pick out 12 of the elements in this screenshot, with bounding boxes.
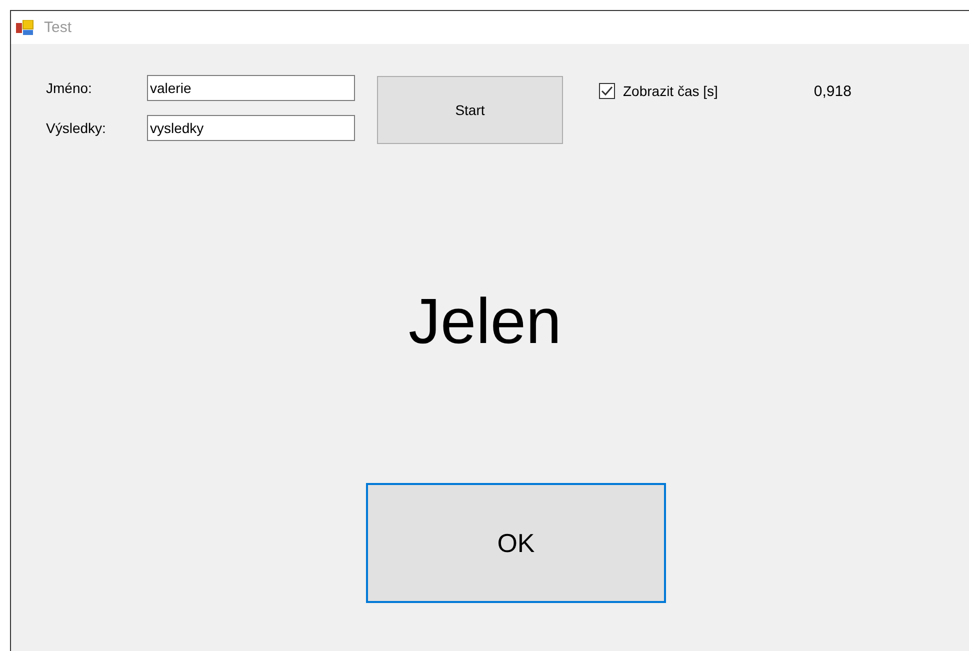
field-label: Jméno: (46, 80, 93, 96)
ok-button[interactable]: OK (366, 483, 666, 603)
start-button[interactable]: Start (377, 76, 563, 144)
field-label: Výsledky: (46, 120, 107, 136)
show-time-checkbox[interactable]: Zobrazit čas [s] (599, 83, 718, 99)
check-icon (601, 86, 613, 96)
app-icon (16, 20, 34, 36)
window-title: Test (44, 19, 72, 36)
word-display: Jelen (408, 284, 562, 358)
input-field[interactable]: valerie (147, 75, 355, 101)
time-value: 0,918 (814, 83, 852, 100)
input-field[interactable]: vysledky (147, 115, 355, 141)
